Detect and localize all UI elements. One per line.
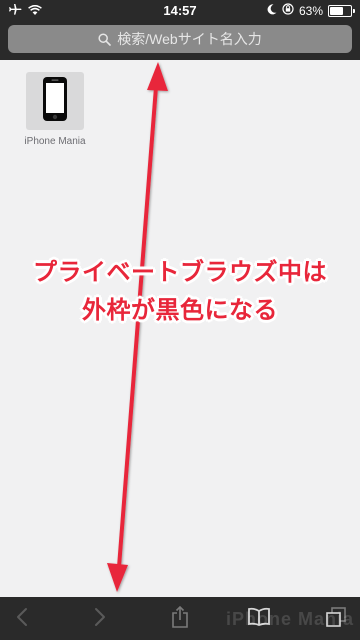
favorite-tile — [26, 72, 84, 130]
back-button[interactable] — [8, 605, 36, 633]
watermark-text: iPhone Mania — [225, 609, 354, 629]
status-bar: 14:57 63% — [0, 0, 360, 22]
safari-private-screen: 14:57 63% 検索/Webサイト名入力 iPhone Mania プライベ… — [0, 0, 360, 640]
moon-icon — [267, 3, 277, 18]
top-chrome: 14:57 63% 検索/Webサイト名入力 — [0, 0, 360, 60]
favorite-label: iPhone Mania — [24, 136, 86, 147]
search-icon — [98, 32, 112, 46]
bottom-toolbar: iPhone Mania — [0, 597, 360, 640]
annotation-line-2: 外枠が黒色になる — [82, 297, 278, 324]
search-placeholder: 検索/Webサイト名入力 — [117, 31, 262, 47]
share-icon — [171, 605, 189, 634]
share-button[interactable] — [166, 605, 194, 633]
search-input[interactable]: 検索/Webサイト名入力 — [8, 25, 352, 53]
back-icon — [16, 607, 28, 632]
favorite-item[interactable]: iPhone Mania — [16, 72, 94, 147]
battery-icon — [328, 4, 355, 17]
annotation-line-1: プライベートブラウズ中は — [33, 259, 327, 286]
battery-level — [330, 6, 343, 15]
forward-button[interactable] — [86, 605, 114, 633]
annotation-caption: プライベートブラウズ中は 外枠が黒色になる — [0, 254, 360, 330]
iphone-icon — [42, 76, 68, 127]
forward-icon — [94, 607, 106, 632]
battery-percent: 63% — [298, 3, 323, 18]
rotation-lock-icon — [282, 3, 294, 18]
